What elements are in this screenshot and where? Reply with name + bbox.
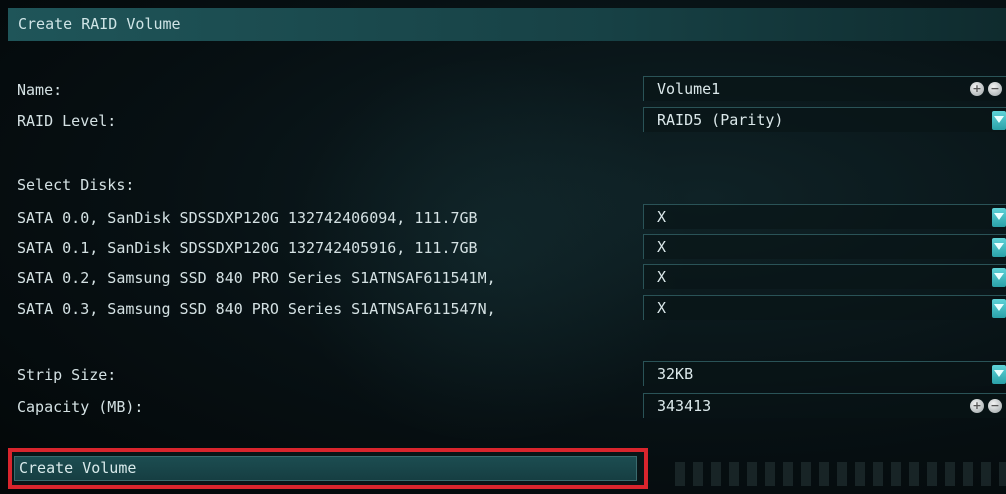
chevron-down-icon[interactable] (992, 238, 1006, 257)
disk-value-3: X (657, 299, 667, 317)
disk-value-1: X (657, 238, 667, 256)
chevron-down-icon[interactable] (992, 208, 1006, 227)
disk-label-2: SATA 0.2, Samsung SSD 840 PRO Series S1A… (17, 269, 496, 287)
minus-icon[interactable]: − (988, 82, 1002, 96)
strip-size-label: Strip Size: (17, 366, 117, 384)
disk-label-3: SATA 0.3, Samsung SSD 840 PRO Series S1A… (17, 300, 496, 318)
raid-level-select[interactable]: RAID5 (Parity) (643, 107, 1006, 132)
disk-label-1: SATA 0.1, SanDisk SDSSDXP120G 1327424059… (17, 239, 478, 257)
window-title: Create RAID Volume (8, 8, 1006, 41)
chevron-down-icon[interactable] (992, 268, 1006, 287)
name-label: Name: (17, 81, 63, 99)
minus-icon[interactable]: − (988, 399, 1002, 413)
disk-label-0: SATA 0.0, SanDisk SDSSDXP120G 1327424060… (17, 209, 478, 227)
footer-decoration (675, 462, 1006, 486)
name-stepper: + − (970, 82, 1004, 96)
chevron-down-icon[interactable] (992, 365, 1006, 384)
capacity-stepper: + − (970, 399, 1004, 413)
chevron-down-icon[interactable] (992, 111, 1006, 130)
capacity-value: 343413 (657, 397, 712, 415)
disk-select-2[interactable]: X (643, 264, 1006, 289)
disk-value-0: X (657, 208, 667, 226)
raid-level-label: RAID Level: (17, 112, 117, 130)
name-field[interactable]: Volume1 + − (643, 76, 1006, 101)
name-value: Volume1 (657, 80, 721, 98)
create-volume-button[interactable]: Create Volume (14, 456, 637, 481)
chevron-down-icon[interactable] (992, 299, 1006, 318)
strip-size-value: 32KB (657, 365, 694, 383)
select-disks-label: Select Disks: (17, 176, 135, 194)
plus-icon[interactable]: + (970, 399, 984, 413)
strip-size-select[interactable]: 32KB (643, 361, 1006, 386)
disk-select-1[interactable]: X (643, 234, 1006, 259)
capacity-field[interactable]: 343413 + − (643, 393, 1006, 418)
create-volume-highlight: Create Volume (8, 448, 648, 489)
raid-level-value: RAID5 (Parity) (657, 111, 784, 129)
capacity-label: Capacity (MB): (17, 398, 144, 416)
disk-value-2: X (657, 268, 667, 286)
plus-icon[interactable]: + (970, 82, 984, 96)
disk-select-3[interactable]: X (643, 295, 1006, 320)
disk-select-0[interactable]: X (643, 204, 1006, 229)
